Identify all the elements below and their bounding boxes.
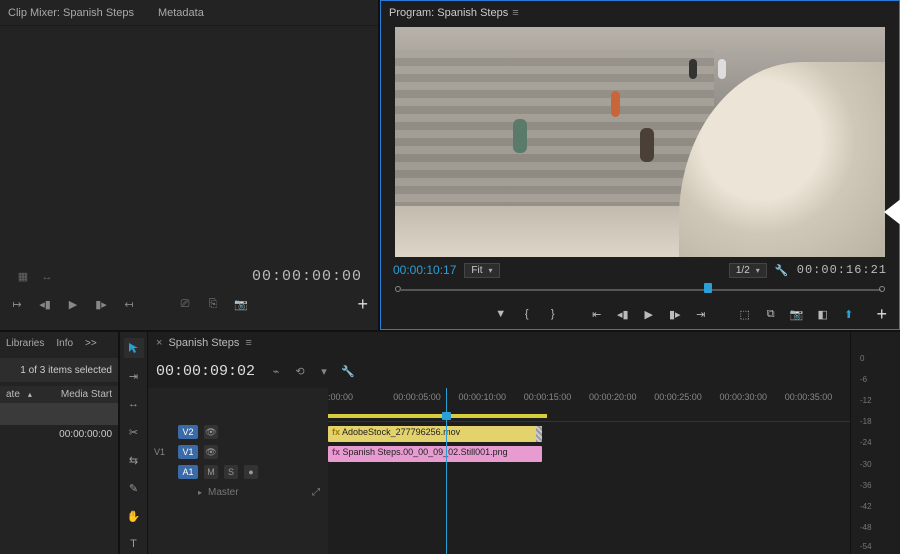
- tab-info[interactable]: Info: [56, 338, 73, 349]
- link-icon[interactable]: ⟲: [293, 364, 307, 378]
- playhead[interactable]: [446, 388, 447, 554]
- mute-icon[interactable]: M: [204, 465, 218, 479]
- settings-icon[interactable]: 🔧: [775, 263, 789, 277]
- add-button[interactable]: +: [357, 294, 368, 315]
- tab-clip-mixer[interactable]: Clip Mixer: Spanish Steps: [8, 7, 134, 19]
- tab-libraries[interactable]: Libraries: [6, 338, 44, 349]
- export-frame-icon[interactable]: 📷: [790, 307, 804, 321]
- step-back-icon[interactable]: ◂▮: [616, 307, 630, 321]
- track-select-tool[interactable]: ⇥: [124, 366, 144, 386]
- program-title: Program: Spanish Steps: [389, 7, 508, 19]
- type-tool[interactable]: T: [124, 534, 144, 554]
- pen-tool[interactable]: ✎: [124, 478, 144, 498]
- program-current-tc[interactable]: 00:00:10:17: [393, 263, 456, 277]
- slip-tool[interactable]: ⇆: [124, 450, 144, 470]
- tab-metadata[interactable]: Metadata: [158, 7, 204, 19]
- track-a1-header[interactable]: A1 M S ●: [148, 462, 328, 482]
- record-icon[interactable]: ●: [244, 465, 258, 479]
- sequence-tab[interactable]: Spanish Steps: [168, 337, 239, 349]
- step-forward-icon[interactable]: ▮▸: [94, 297, 108, 311]
- tab-overflow[interactable]: >>: [85, 338, 97, 349]
- project-item[interactable]: 00:00:00:00: [0, 425, 118, 444]
- play-icon[interactable]: ▶: [66, 297, 80, 311]
- program-monitor: Program: Spanish Steps ≡ 00:00:10:17 Fit…: [380, 0, 900, 330]
- overwrite-icon[interactable]: ⎘: [206, 297, 220, 311]
- mark-out-icon[interactable]: ↤: [122, 297, 136, 311]
- step-back-icon[interactable]: ◂▮: [38, 297, 52, 311]
- icon-list-view[interactable]: ↔: [40, 270, 54, 284]
- program-scrubber[interactable]: [395, 281, 885, 299]
- export-icon[interactable]: ⬆: [842, 307, 856, 321]
- track-v1-header[interactable]: V1 V1 👁: [148, 442, 328, 462]
- add-button[interactable]: +: [876, 304, 887, 325]
- goto-out-icon[interactable]: ⇥: [694, 307, 708, 321]
- razor-tool[interactable]: ✂: [124, 422, 144, 442]
- menu-icon[interactable]: ≡: [245, 337, 251, 349]
- hand-tool[interactable]: ✋: [124, 506, 144, 526]
- project-item[interactable]: [0, 403, 118, 425]
- source-transport: ↦ ◂▮ ▶ ▮▸ ↤ ⎚ ⎘ 📷 +: [0, 289, 378, 319]
- track-v2-header[interactable]: V2 👁: [148, 422, 328, 442]
- nav-arrow-right[interactable]: [884, 198, 900, 226]
- goto-in-icon[interactable]: ⇤: [590, 307, 604, 321]
- extract-icon[interactable]: ⧉: [764, 307, 778, 321]
- program-viewport[interactable]: [395, 27, 885, 257]
- clip-image[interactable]: fx Spanish Steps.00_00_09_02.Still001.pn…: [328, 446, 542, 462]
- timeline-tracks[interactable]: :00:00 00:00:05:00 00:00:10:00 00:00:15:…: [328, 388, 850, 554]
- insert-icon[interactable]: ⎚: [178, 297, 192, 311]
- expand-icon[interactable]: ⤢: [312, 487, 320, 498]
- snap-icon[interactable]: ⌁: [269, 364, 283, 378]
- settings-icon[interactable]: 🔧: [341, 364, 355, 378]
- lift-icon[interactable]: ⬚: [738, 307, 752, 321]
- source-timecode: 00:00:00:00: [252, 268, 362, 285]
- menu-icon[interactable]: ≡: [512, 7, 518, 19]
- zoom-fit-dropdown[interactable]: Fit▾: [464, 263, 499, 278]
- resolution-dropdown[interactable]: 1/2▾: [729, 263, 767, 278]
- eye-icon[interactable]: 👁: [204, 425, 218, 439]
- project-columns[interactable]: ate ▴ Media Start: [0, 386, 118, 403]
- marker-icon[interactable]: ▼: [494, 307, 508, 321]
- compare-icon[interactable]: ◧: [816, 307, 830, 321]
- source-panel: Clip Mixer: Spanish Steps Metadata ▦ ↔ 0…: [0, 0, 380, 330]
- mark-in-icon[interactable]: ↦: [10, 297, 24, 311]
- program-duration-tc: 00:00:16:21: [797, 263, 887, 277]
- source-tabs: Clip Mixer: Spanish Steps Metadata: [0, 0, 378, 26]
- timeline-timecode[interactable]: 00:00:09:02: [156, 363, 255, 380]
- icon-grid-view[interactable]: ▦: [16, 270, 30, 284]
- track-master-header: ▸ Master ⤢: [148, 482, 328, 502]
- timeline-panel: × Spanish Steps ≡ 00:00:09:02 ⌁ ⟲ ▾ 🔧 V2: [148, 332, 850, 554]
- clip-video[interactable]: fx AdobeStock_277796256.mov: [328, 426, 542, 442]
- step-forward-icon[interactable]: ▮▸: [668, 307, 682, 321]
- in-bracket-icon[interactable]: {: [520, 307, 534, 321]
- out-bracket-icon[interactable]: }: [546, 307, 560, 321]
- ripple-edit-tool[interactable]: ↔: [124, 394, 144, 414]
- track-headers: V2 👁 V1 V1 👁 A1 M S ● ▸: [148, 388, 328, 554]
- selection-info: 1 of 3 items selected: [0, 358, 118, 382]
- source-body: [0, 26, 378, 264]
- time-ruler[interactable]: :00:00 00:00:05:00 00:00:10:00 00:00:15:…: [328, 388, 850, 422]
- audio-meters: 0 -6 -12 -18 -24 -30 -36 -42 -48 -54: [850, 332, 900, 554]
- marker-icon[interactable]: ▾: [317, 364, 331, 378]
- project-panel: Libraries Info >> 1 of 3 items selected …: [0, 332, 120, 554]
- selection-tool[interactable]: [124, 338, 144, 358]
- tool-palette: ⇥ ↔ ✂ ⇆ ✎ ✋ T: [120, 332, 148, 554]
- solo-icon[interactable]: S: [224, 465, 238, 479]
- play-icon[interactable]: ▶: [642, 307, 656, 321]
- camera-icon[interactable]: 📷: [234, 297, 248, 311]
- eye-icon[interactable]: 👁: [204, 445, 218, 459]
